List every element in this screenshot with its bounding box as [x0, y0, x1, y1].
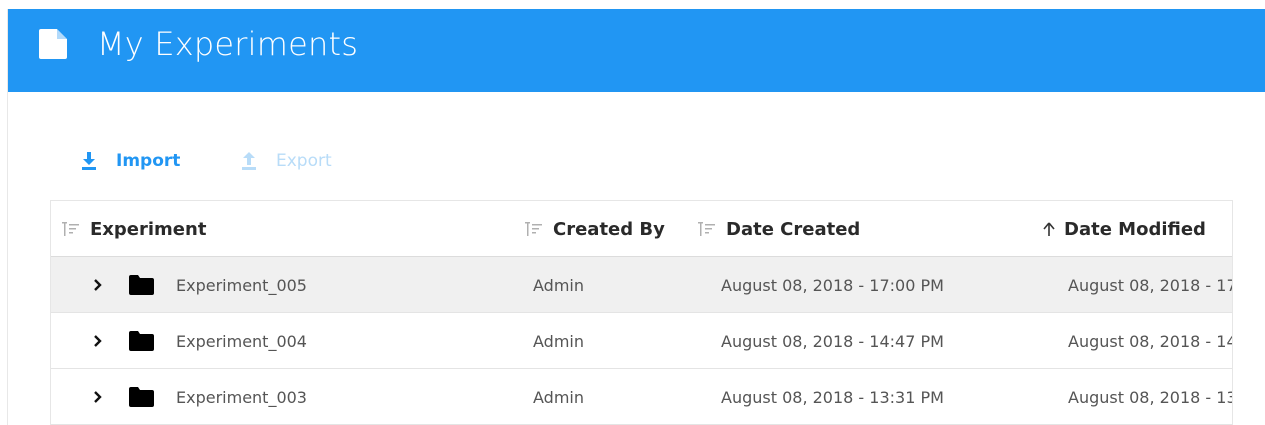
folder-icon	[129, 275, 154, 295]
table-row[interactable]: Experiment_003 Admin August 08, 2018 - 1…	[51, 369, 1232, 425]
column-header-date-modified[interactable]: Date Modified	[1042, 216, 1206, 242]
created-by: Admin	[533, 387, 584, 407]
date-created: August 08, 2018 - 17:00 PM	[721, 275, 944, 295]
sort-icon	[525, 222, 542, 236]
chevron-right-icon[interactable]	[92, 388, 104, 406]
chevron-right-icon[interactable]	[92, 332, 104, 350]
upload-icon	[242, 152, 256, 170]
created-by: Admin	[533, 275, 584, 295]
date-modified: August 08, 2018 - 13:31 PM	[1068, 387, 1232, 407]
column-header-experiment[interactable]: Experiment	[62, 216, 206, 242]
export-button[interactable]: Export	[242, 149, 332, 173]
document-icon	[39, 29, 67, 59]
experiments-table: Experiment Created By Date Created Date …	[50, 200, 1233, 425]
column-label: Date Created	[726, 218, 861, 240]
chevron-right-icon[interactable]	[92, 276, 104, 294]
experiment-name[interactable]: Experiment_005	[176, 274, 307, 296]
table-row[interactable]: Experiment_004 Admin August 08, 2018 - 1…	[51, 313, 1232, 369]
table-header: Experiment Created By Date Created Date …	[51, 201, 1232, 257]
date-created: August 08, 2018 - 14:47 PM	[721, 331, 944, 351]
folder-icon	[129, 331, 154, 351]
experiment-name[interactable]: Experiment_003	[176, 386, 307, 408]
arrow-up-icon	[1043, 222, 1055, 236]
experiment-name[interactable]: Experiment_004	[176, 330, 307, 352]
date-modified: August 08, 2018 - 17:00 PM	[1068, 275, 1232, 295]
page-header: My Experiments	[8, 9, 1265, 92]
download-icon	[82, 152, 96, 170]
page-title: My Experiments	[97, 25, 359, 63]
sort-icon	[698, 222, 715, 236]
date-created: August 08, 2018 - 13:31 PM	[721, 387, 944, 407]
created-by: Admin	[533, 331, 584, 351]
column-label: Created By	[553, 218, 665, 240]
column-header-date-created[interactable]: Date Created	[698, 216, 860, 242]
folder-icon	[129, 387, 154, 407]
import-label: Import	[116, 151, 181, 171]
column-label: Experiment	[90, 218, 207, 240]
column-header-created-by[interactable]: Created By	[525, 216, 665, 242]
table-row[interactable]: Experiment_005 Admin August 08, 2018 - 1…	[51, 257, 1232, 313]
date-modified: August 08, 2018 - 14:47 PM	[1068, 331, 1232, 351]
column-label: Date Modified	[1064, 218, 1206, 240]
sort-icon	[62, 222, 79, 236]
export-label: Export	[276, 151, 332, 171]
import-button[interactable]: Import	[82, 149, 180, 173]
experiments-panel: My Experiments Import Export Experiment …	[7, 9, 1265, 425]
